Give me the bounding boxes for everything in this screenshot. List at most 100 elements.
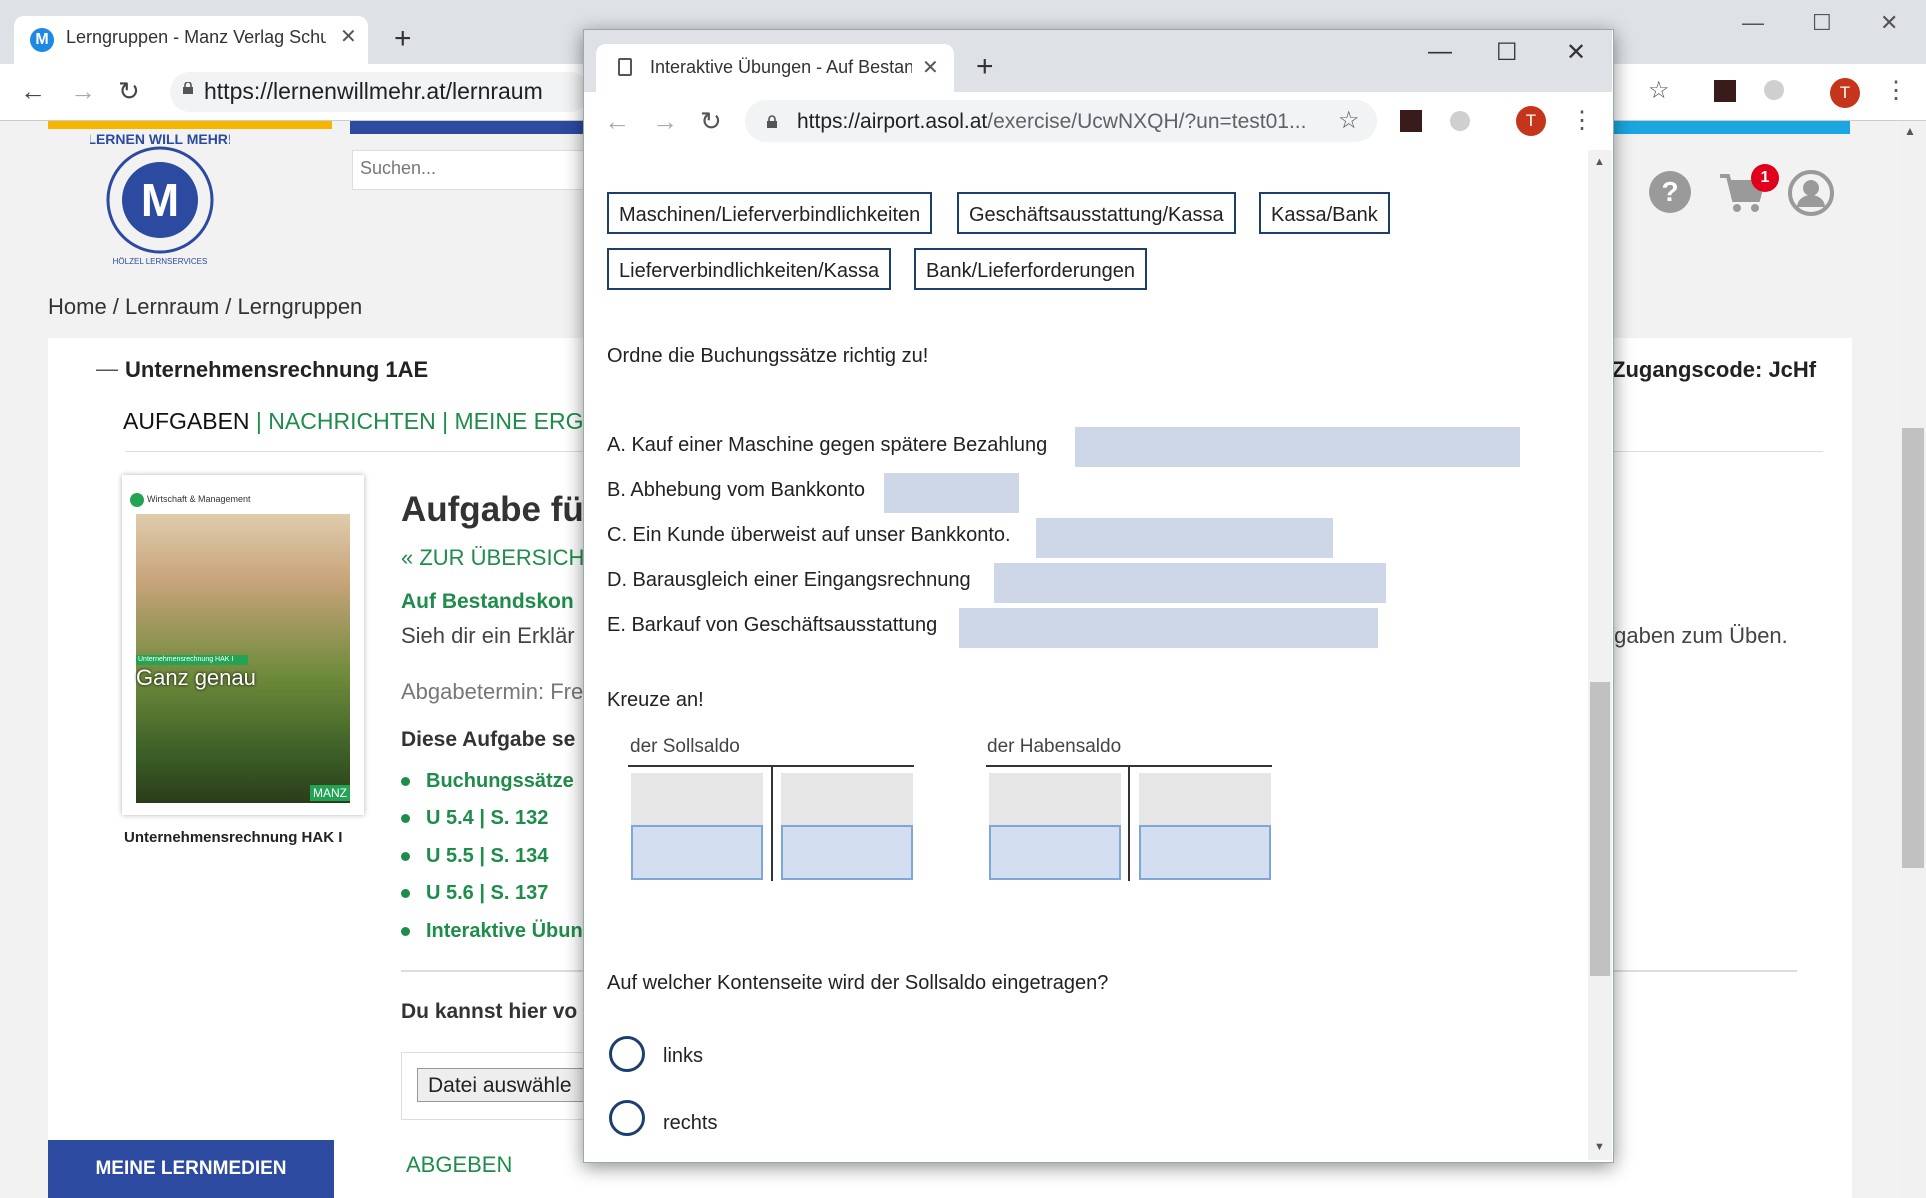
task-intro: Sieh dir ein Erklär	[401, 623, 575, 648]
breadcrumb[interactable]: Home / Lernraum / Lerngruppen	[48, 294, 362, 320]
t-account-cell	[989, 773, 1121, 825]
menu-icon[interactable]: ⋮	[1884, 76, 1908, 105]
new-tab-icon[interactable]: +	[394, 22, 412, 56]
checkbox-haben-rechts[interactable]	[1139, 825, 1271, 880]
background-tab-title[interactable]: Lerngruppen - Manz Verlag Schu	[66, 27, 326, 48]
help-icon[interactable]: ?	[1648, 170, 1692, 214]
close-window-icon[interactable]: ✕	[1880, 10, 1898, 36]
group-title: Unternehmensrechnung 1AE	[125, 357, 429, 382]
instruction-tick: Kreuze an!	[607, 689, 704, 711]
tab-separator: |	[255, 408, 269, 434]
reload-icon[interactable]: ↻	[700, 106, 722, 137]
task-item[interactable]: Interaktive Übun	[401, 920, 583, 943]
profile-avatar[interactable]: T	[1830, 78, 1860, 108]
menu-icon[interactable]: ⋮	[1570, 106, 1594, 135]
bullet-icon	[401, 852, 410, 862]
reload-icon[interactable]: ↻	[118, 76, 140, 107]
choose-file-button[interactable]: Datei auswähle	[417, 1068, 607, 1102]
close-tab-icon[interactable]: ✕	[340, 24, 357, 49]
lernen-will-mehr-logo[interactable]: M LERNEN WILL MEHR! HÖLZEL LERNSERVICES	[90, 128, 230, 268]
extension-icon[interactable]	[1764, 80, 1784, 100]
radio-rechts[interactable]	[609, 1100, 645, 1136]
popup-scrollbar[interactable]	[1588, 150, 1612, 1160]
book-cover-image[interactable]	[136, 488, 350, 803]
t-account-cell	[631, 773, 763, 825]
close-window-icon[interactable]: ✕	[1566, 38, 1586, 67]
lock-icon	[183, 82, 193, 94]
user-account-icon[interactable]	[1788, 170, 1834, 216]
back-to-overview-link[interactable]: « ZUR ÜBERSICH	[401, 545, 584, 571]
t-account-line	[771, 765, 773, 881]
task-item[interactable]: U 5.5 | S. 134	[401, 845, 548, 868]
svg-text:M: M	[141, 174, 179, 226]
access-code: Zugangscode: JcHf	[1612, 357, 1817, 382]
profile-avatar[interactable]: T	[1516, 106, 1546, 136]
task-item[interactable]: U 5.4 | S. 132	[401, 807, 548, 830]
task-item-label[interactable]: U 5.5 | S. 134	[426, 845, 548, 867]
submit-button[interactable]: ABGEBEN	[406, 1152, 512, 1178]
drop-zone-d[interactable]	[994, 563, 1386, 603]
popup-tab-title[interactable]: Interaktive Übungen - Auf Bestan	[650, 57, 912, 78]
drop-zone-a[interactable]	[1075, 427, 1520, 467]
tab-meine-ergebnisse[interactable]: MEINE ERGE	[454, 408, 598, 434]
minimize-icon[interactable]: —	[1428, 38, 1452, 66]
collapse-icon[interactable]: —	[96, 356, 118, 382]
radio-links[interactable]	[609, 1036, 645, 1072]
drop-zone-e[interactable]	[959, 608, 1378, 648]
scroll-up-icon[interactable]: ▲	[1594, 156, 1605, 168]
back-icon[interactable]: ←	[20, 76, 46, 107]
pdf-extension-icon[interactable]	[1714, 80, 1736, 102]
close-tab-icon[interactable]: ✕	[922, 55, 939, 80]
scroll-down-icon[interactable]: ▼	[1594, 1141, 1605, 1153]
checkbox-haben-links[interactable]	[989, 825, 1121, 880]
task-item-label[interactable]: U 5.4 | S. 132	[426, 807, 548, 829]
radio-label-links[interactable]: links	[663, 1045, 703, 1068]
page-scrollbar-thumb[interactable]	[1902, 428, 1924, 868]
manz-favicon-icon: M	[30, 28, 54, 52]
tab-nachrichten[interactable]: NACHRICHTEN	[268, 408, 435, 434]
answer-chip[interactable]: Maschinen/Lieferverbindlichkeiten	[607, 192, 933, 234]
accent-bar-cyan	[1610, 121, 1850, 134]
bullet-icon	[401, 927, 410, 937]
maximize-icon[interactable]: ☐	[1812, 10, 1832, 36]
checkbox-soll-rechts[interactable]	[781, 825, 913, 880]
drop-zone-b[interactable]	[884, 473, 1019, 513]
book-publisher: MANZ	[310, 785, 350, 801]
book-caption: Unternehmensrechnung HAK I	[124, 829, 343, 846]
new-tab-icon[interactable]: +	[976, 50, 994, 84]
background-url[interactable]: https://lernenwillmehr.at/lernraum	[204, 78, 543, 105]
question-sollsaldo-side: Auf welcher Kontenseite wird der Sollsal…	[607, 972, 1109, 994]
task-item-label[interactable]: U 5.6 | S. 137	[426, 882, 548, 904]
meine-lernmedien-button[interactable]: MEINE LERNMEDIEN	[48, 1140, 334, 1198]
tab-separator: |	[442, 408, 455, 434]
task-item[interactable]: U 5.6 | S. 137	[401, 882, 548, 905]
forward-icon[interactable]: →	[652, 106, 678, 137]
answer-chip[interactable]: Lieferverbindlichkeiten/Kassa	[607, 248, 892, 290]
tab-aufgaben[interactable]: AUFGABEN	[123, 408, 250, 434]
book-series: Wirtschaft & Management	[147, 494, 251, 504]
minimize-icon[interactable]: —	[1742, 10, 1764, 36]
t-account-label-soll: der Sollsaldo	[630, 736, 740, 757]
forward-icon[interactable]: →	[70, 76, 96, 107]
answer-chip[interactable]: Geschäftsausstattung/Kassa	[957, 192, 1236, 234]
maximize-icon[interactable]: ☐	[1496, 38, 1518, 67]
popup-scrollbar-thumb[interactable]	[1590, 682, 1610, 976]
back-icon[interactable]: ←	[604, 106, 630, 137]
bookmark-star-icon[interactable]: ☆	[1338, 106, 1360, 135]
drop-zone-c[interactable]	[1036, 518, 1333, 558]
popup-url[interactable]: https://airport.asol.at/exercise/UcwNXQH…	[797, 110, 1306, 134]
bookmark-star-icon[interactable]: ☆	[1648, 76, 1670, 105]
scroll-up-icon[interactable]: ▲	[1904, 124, 1916, 138]
task-item-label[interactable]: Interaktive Übun	[426, 920, 583, 942]
bullet-icon	[401, 889, 410, 899]
t-account-label-haben: der Habensaldo	[987, 736, 1122, 757]
answer-chip[interactable]: Kassa/Bank	[1259, 192, 1390, 234]
radio-label-rechts[interactable]: rechts	[663, 1112, 717, 1135]
task-item[interactable]: Buchungssätze	[401, 770, 574, 793]
task-item-label[interactable]: Buchungssätze	[426, 770, 574, 792]
document-icon	[618, 58, 632, 76]
extension-icon[interactable]	[1450, 111, 1470, 131]
pdf-extension-icon[interactable]	[1400, 110, 1422, 132]
answer-chip[interactable]: Bank/Lieferforderungen	[914, 248, 1148, 290]
checkbox-soll-links[interactable]	[631, 825, 763, 880]
